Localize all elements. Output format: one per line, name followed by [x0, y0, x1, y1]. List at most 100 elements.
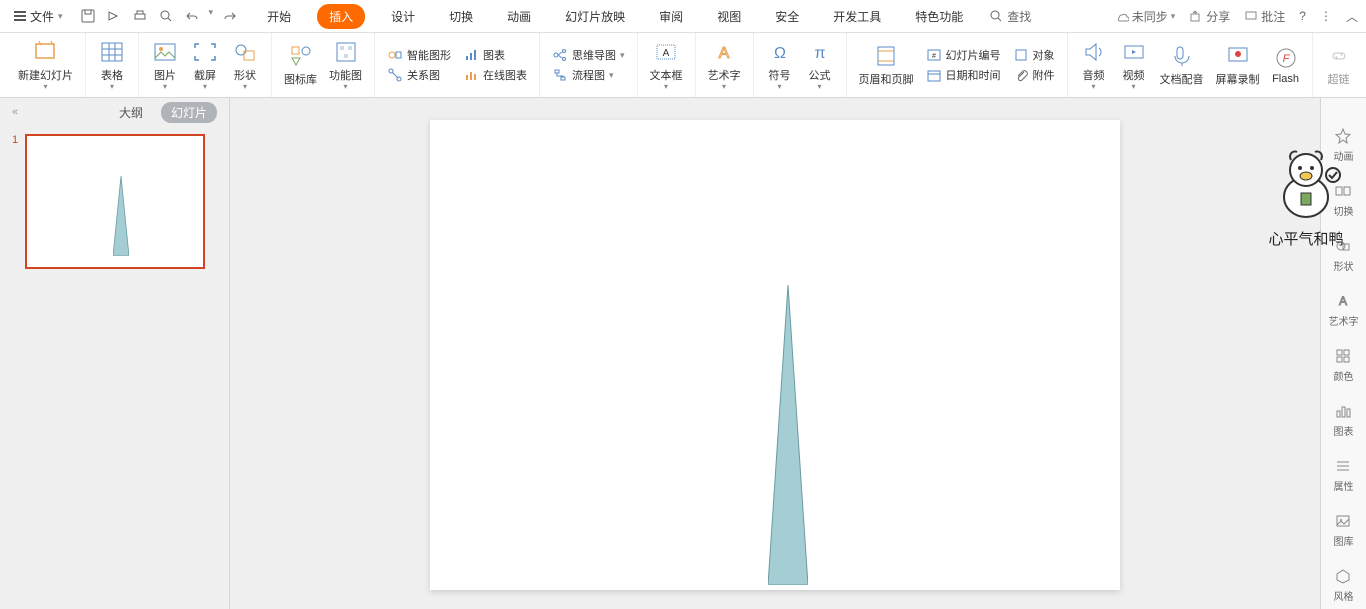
- tab-transition[interactable]: 切换: [441, 4, 481, 29]
- svg-text:A: A: [719, 45, 730, 62]
- smart-shape-button[interactable]: 智能图形: [385, 46, 453, 64]
- tab-developer[interactable]: 开发工具: [825, 4, 889, 29]
- new-slide-button[interactable]: 新建幻灯片▾: [12, 37, 79, 93]
- transition-icon: [1335, 183, 1353, 201]
- search-button[interactable]: 查找: [989, 8, 1031, 25]
- title-bar: 文件 ▾ ▾ 开始 插入 设计 切换 动画 幻灯片放映 审阅 视图 安全 开发工…: [0, 0, 1366, 33]
- rp-property[interactable]: 属性: [1334, 458, 1354, 493]
- wordart-pane-icon: A: [1335, 293, 1353, 311]
- chart-icon: [463, 47, 479, 63]
- color-icon: [1335, 348, 1353, 366]
- rp-gallery[interactable]: 图库: [1334, 513, 1354, 548]
- save-icon[interactable]: [79, 7, 97, 25]
- slides-tab[interactable]: 幻灯片: [161, 102, 217, 123]
- preview-icon[interactable]: [105, 7, 123, 25]
- wordart-button[interactable]: A 艺术字▾: [702, 37, 747, 93]
- chart-button[interactable]: 图表: [461, 46, 529, 64]
- header-footer-icon: [873, 43, 899, 69]
- tab-design[interactable]: 设计: [383, 4, 423, 29]
- svg-text:#: #: [932, 53, 936, 60]
- ribbon-insert: 新建幻灯片▾ 表格▾ 图片▾ 截屏▾ 形状▾ 图标库 功能图▾: [0, 33, 1366, 98]
- share-button[interactable]: 分享: [1189, 8, 1230, 25]
- symbol-button[interactable]: Ω 符号▾: [760, 37, 800, 93]
- redo-icon[interactable]: [221, 7, 239, 25]
- svg-text:Ω: Ω: [774, 45, 786, 62]
- mindmap-button[interactable]: 思维导图▾: [550, 46, 627, 64]
- smartart-button[interactable]: 功能图▾: [323, 37, 368, 93]
- comment-button[interactable]: 批注: [1244, 8, 1285, 25]
- quick-access-toolbar: ▾: [79, 7, 240, 25]
- textbox-button[interactable]: A 文本框▾: [644, 37, 689, 93]
- datetime-button[interactable]: 日期和时间: [924, 66, 1003, 84]
- picture-button[interactable]: 图片▾: [145, 37, 185, 93]
- file-label: 文件: [30, 8, 54, 25]
- undo-dropdown[interactable]: ▾: [209, 7, 214, 25]
- rp-shape[interactable]: 形状: [1334, 238, 1354, 273]
- flash-icon: F: [1273, 45, 1299, 71]
- iconlib-button[interactable]: 图标库: [278, 41, 323, 89]
- screen-rec-button[interactable]: 屏幕录制: [1210, 41, 1266, 89]
- equation-icon: π: [807, 39, 833, 65]
- tab-animation[interactable]: 动画: [499, 4, 539, 29]
- flowchart-icon: [552, 67, 568, 83]
- object-button[interactable]: 对象: [1011, 46, 1057, 64]
- video-icon: [1121, 39, 1147, 65]
- help-button[interactable]: ?: [1299, 9, 1306, 23]
- smartart-icon: [333, 39, 359, 65]
- share-icon: [1189, 9, 1203, 23]
- tab-review[interactable]: 审阅: [651, 4, 691, 29]
- svg-text:A: A: [663, 48, 670, 59]
- search-icon: [989, 9, 1003, 23]
- unsync-button[interactable]: 未同步▾: [1115, 8, 1176, 25]
- hyperlink-button[interactable]: 超链: [1319, 41, 1359, 89]
- relation-icon: [387, 67, 403, 83]
- print-preview-icon[interactable]: [157, 7, 175, 25]
- rp-animation[interactable]: 动画: [1334, 128, 1354, 163]
- attachment-button[interactable]: 附件: [1011, 66, 1057, 84]
- print-icon[interactable]: [131, 7, 149, 25]
- hamburger-icon: [14, 11, 26, 21]
- online-chart-button[interactable]: 在线图表: [461, 66, 529, 84]
- flash-button[interactable]: F Flash: [1266, 43, 1306, 87]
- screenshot-icon: [192, 39, 218, 65]
- tab-start[interactable]: 开始: [259, 4, 299, 29]
- tab-view[interactable]: 视图: [709, 4, 749, 29]
- doc-audio-button[interactable]: 文档配音: [1154, 41, 1210, 89]
- collapse-panel-button[interactable]: «: [12, 106, 18, 118]
- collapse-ribbon-button[interactable]: ︿: [1346, 8, 1358, 25]
- chart-pane-icon: [1335, 403, 1353, 421]
- tab-insert[interactable]: 插入: [317, 4, 365, 29]
- more-button[interactable]: ⋮: [1320, 9, 1332, 23]
- slide-panel: « 大纲 幻灯片 1: [0, 98, 230, 609]
- relation-button[interactable]: 关系图: [385, 66, 453, 84]
- rp-chart[interactable]: 图表: [1334, 403, 1354, 438]
- flowchart-button[interactable]: 流程图▾: [550, 66, 627, 84]
- undo-icon[interactable]: [183, 7, 201, 25]
- slide-number-button[interactable]: #幻灯片编号: [924, 46, 1003, 64]
- thumbnail-shape: [113, 176, 129, 256]
- rp-wordart[interactable]: A艺术字: [1329, 293, 1359, 328]
- slide-canvas[interactable]: [430, 120, 1120, 590]
- shapes-button[interactable]: 形状▾: [225, 37, 265, 93]
- rp-transition[interactable]: 切换: [1334, 183, 1354, 218]
- rp-color[interactable]: 颜色: [1334, 348, 1354, 383]
- cloud-icon: [1115, 9, 1129, 23]
- tab-features[interactable]: 特色功能: [907, 4, 971, 29]
- equation-button[interactable]: π 公式▾: [800, 37, 840, 93]
- slide-number-icon: #: [926, 47, 942, 63]
- editor-canvas-area[interactable]: [230, 98, 1320, 609]
- file-menu[interactable]: 文件 ▾: [8, 6, 69, 27]
- rp-style[interactable]: 风格: [1334, 568, 1354, 603]
- audio-button[interactable]: 音频▾: [1074, 37, 1114, 93]
- inserted-shape-triangle[interactable]: [768, 285, 808, 585]
- table-button[interactable]: 表格▾: [92, 37, 132, 93]
- outline-tab[interactable]: 大纲: [113, 102, 149, 123]
- header-footer-button[interactable]: 页眉和页脚: [853, 41, 920, 89]
- video-button[interactable]: 视频▾: [1114, 37, 1154, 93]
- screenshot-button[interactable]: 截屏▾: [185, 37, 225, 93]
- vertical-scrollbar[interactable]: [1304, 98, 1318, 609]
- slide-thumbnail-1[interactable]: [25, 134, 205, 269]
- tab-security[interactable]: 安全: [767, 4, 807, 29]
- tab-slideshow[interactable]: 幻灯片放映: [557, 4, 633, 29]
- style-icon: [1335, 568, 1353, 586]
